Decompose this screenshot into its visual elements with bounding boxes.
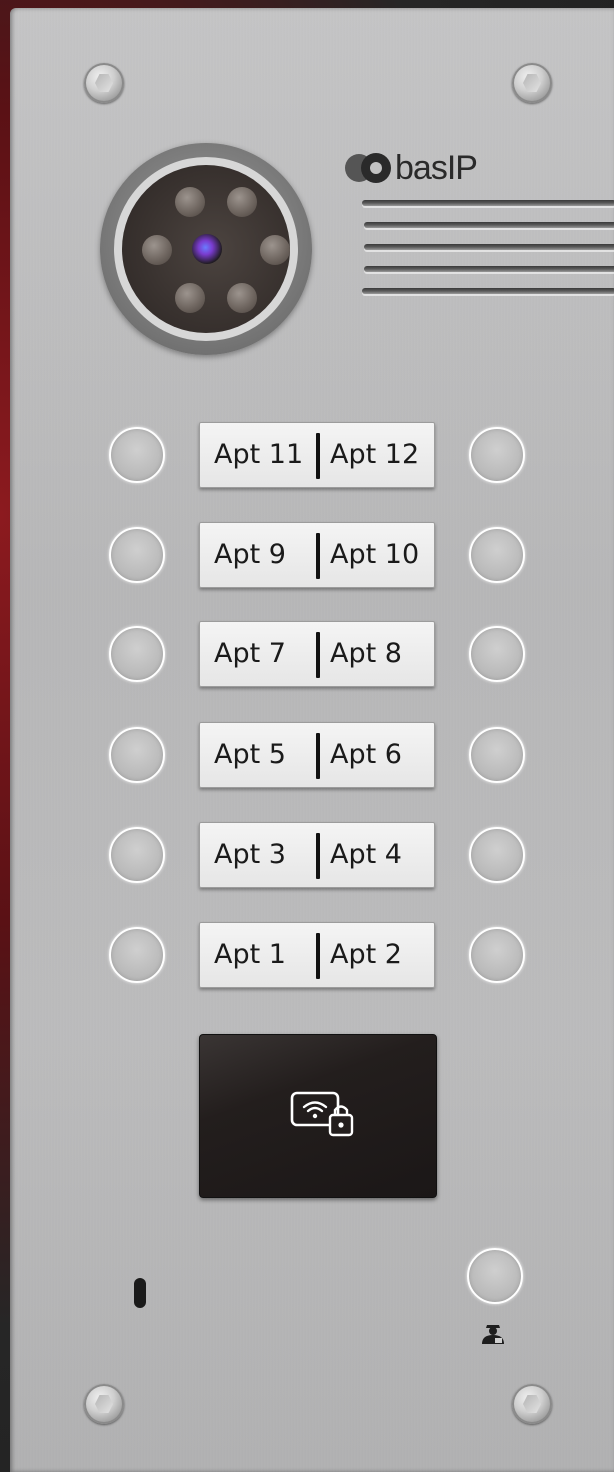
nameplate: Apt 1 Apt 2 [199,922,435,988]
camera-icon [100,143,312,355]
call-button-apt-10[interactable] [469,527,525,583]
nameplate-label: Apt 3 [214,839,286,870]
ir-led-icon [142,235,172,265]
brand-logo: basIP [345,148,478,187]
nameplate-label: Apt 4 [330,839,402,870]
call-button-apt-3[interactable] [109,827,165,883]
camera-bezel [114,157,298,341]
ir-led-icon [227,187,257,217]
speaker-grille-slot [364,222,614,228]
screw-bottom-right-icon [512,1384,552,1424]
microphone-icon [134,1278,146,1308]
nameplate-label: Apt 9 [214,539,286,570]
call-button-apt-9[interactable] [109,527,165,583]
call-button-apt-4[interactable] [469,827,525,883]
call-button-apt-7[interactable] [109,626,165,682]
nameplate-divider [316,533,320,579]
nameplate-label: Apt 7 [214,638,286,669]
nameplate-divider [316,833,320,879]
nameplate: Apt 11 Apt 12 [199,422,435,488]
speaker-grille-slot [362,288,614,294]
nameplate: Apt 3 Apt 4 [199,822,435,888]
nameplate-label: Apt 1 [214,939,286,970]
ir-led-icon [227,283,257,313]
call-button-apt-6[interactable] [469,727,525,783]
nameplate-divider [316,433,320,479]
call-button-apt-2[interactable] [469,927,525,983]
card-reader[interactable] [199,1034,437,1198]
call-button-apt-11[interactable] [109,427,165,483]
speaker-grille-slot [364,266,614,272]
nameplate-divider [316,632,320,678]
brand-logo-text: basIP [395,148,478,187]
nameplate-label: Apt 12 [330,439,420,470]
nameplate: Apt 9 Apt 10 [199,522,435,588]
nameplate-label: Apt 5 [214,739,286,770]
nameplate-divider [316,933,320,979]
camera-lens-icon [192,234,222,264]
screw-top-right-icon [512,63,552,103]
nameplate: Apt 7 Apt 8 [199,621,435,687]
nameplate-label: Apt 8 [330,638,402,669]
ir-led-icon [260,235,290,265]
ir-led-icon [175,283,205,313]
call-button-apt-8[interactable] [469,626,525,682]
screw-top-left-icon [84,63,124,103]
speaker-grille-slot [362,200,614,206]
nameplate-label: Apt 2 [330,939,402,970]
camera-window [122,165,290,333]
nameplate: Apt 5 Apt 6 [199,722,435,788]
screw-bottom-left-icon [84,1384,124,1424]
call-button-apt-12[interactable] [469,427,525,483]
speaker-grille-slot [364,244,614,250]
nameplate-label: Apt 11 [214,439,304,470]
brand-logo-icon [345,152,391,184]
nameplate-label: Apt 6 [330,739,402,770]
ir-led-icon [175,187,205,217]
nameplate-divider [316,733,320,779]
concierge-icon [482,1325,504,1344]
nameplate-label: Apt 10 [330,539,420,570]
call-button-apt-1[interactable] [109,927,165,983]
concierge-call-button[interactable] [467,1248,523,1304]
call-button-apt-5[interactable] [109,727,165,783]
rfid-lock-icon [290,1091,354,1137]
